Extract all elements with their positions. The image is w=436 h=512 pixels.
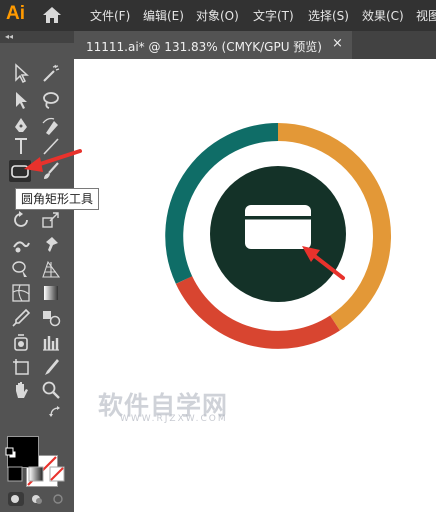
paintbrush-icon[interactable] — [40, 160, 62, 182]
menu-select[interactable]: 选择(S) — [308, 7, 349, 24]
menu-effect[interactable]: 效果(C) — [362, 7, 404, 24]
collapse-icon[interactable]: ◂◂ — [5, 31, 13, 43]
draw-inside-icon[interactable] — [49, 491, 67, 507]
scale-tool-icon[interactable] — [40, 209, 62, 231]
menu-edit[interactable]: 编辑(E) — [143, 7, 184, 24]
artboard-canvas[interactable]: 软件自学网 WWW.RJZXW.COM — [74, 59, 436, 512]
close-icon[interactable]: × — [332, 36, 343, 51]
rotate-tool-icon[interactable] — [10, 209, 32, 231]
warp-tool-icon[interactable] — [10, 233, 32, 255]
menu-object[interactable]: 对象(O) — [196, 7, 239, 24]
menu-type[interactable]: 文字(T) — [253, 7, 294, 24]
menu-bar: Ai 文件(F) 编辑(E) 对象(O) 文字(T) 选择(S) 效果(C) 视… — [0, 0, 436, 31]
tools-panel-grip[interactable]: ◂◂ — [0, 31, 74, 43]
tool-tooltip: 圆角矩形工具 — [15, 188, 100, 210]
lasso-icon[interactable] — [40, 89, 62, 111]
document-tab-bar: 11111.ai* @ 131.83% (CMYK/GPU 预览) × — [74, 31, 436, 59]
blend-tool-icon[interactable] — [40, 307, 62, 329]
card-icon — [245, 205, 311, 249]
document-tab[interactable]: 11111.ai* @ 131.83% (CMYK/GPU 预览) × — [74, 31, 352, 59]
mesh-tool-icon[interactable] — [10, 282, 32, 304]
menu-file[interactable]: 文件(F) — [90, 7, 130, 24]
document-tab-title: 11111.ai* @ 131.83% (CMYK/GPU 预览) — [86, 40, 322, 54]
tools-panel: ◂◂ — [0, 31, 74, 512]
gradient-mode-icon[interactable] — [28, 466, 44, 482]
gradient-tool-icon[interactable] — [40, 282, 62, 304]
puppet-warp-icon[interactable] — [40, 233, 62, 255]
perspective-grid-icon[interactable] — [40, 258, 62, 280]
draw-normal-icon[interactable] — [7, 491, 25, 507]
menu-view[interactable]: 视图 — [416, 7, 436, 24]
hand-tool-icon[interactable] — [10, 379, 32, 401]
type-tool-icon[interactable] — [10, 135, 32, 157]
eyedropper-icon[interactable] — [10, 307, 32, 329]
line-segment-tool-icon[interactable] — [40, 135, 62, 157]
swap-colors-icon[interactable] — [48, 405, 62, 419]
watermark-subtext: WWW.RJZXW.COM — [120, 414, 228, 424]
direct-selection-tool-icon[interactable] — [10, 89, 32, 111]
rounded-rectangle-tool-icon[interactable] — [9, 160, 31, 182]
column-graph-icon[interactable] — [40, 331, 62, 353]
magic-wand-icon[interactable] — [40, 62, 62, 84]
slice-tool-icon[interactable] — [40, 356, 62, 378]
ring-logo-artwork — [165, 123, 391, 349]
curvature-tool-icon[interactable] — [40, 115, 62, 137]
symbol-sprayer-icon[interactable] — [10, 331, 32, 353]
zoom-tool-icon[interactable] — [40, 379, 62, 401]
pen-tool-icon[interactable] — [10, 115, 32, 137]
shape-builder-icon[interactable] — [10, 258, 32, 280]
selection-tool-icon[interactable] — [10, 62, 32, 84]
default-colors-icon[interactable] — [5, 447, 17, 459]
home-icon[interactable] — [42, 6, 62, 24]
none-mode-icon[interactable] — [49, 466, 65, 482]
color-mode-icon[interactable] — [7, 466, 23, 482]
artboard-tool-icon[interactable] — [10, 356, 32, 378]
draw-behind-icon[interactable] — [28, 491, 46, 507]
app-logo: Ai — [6, 3, 25, 24]
